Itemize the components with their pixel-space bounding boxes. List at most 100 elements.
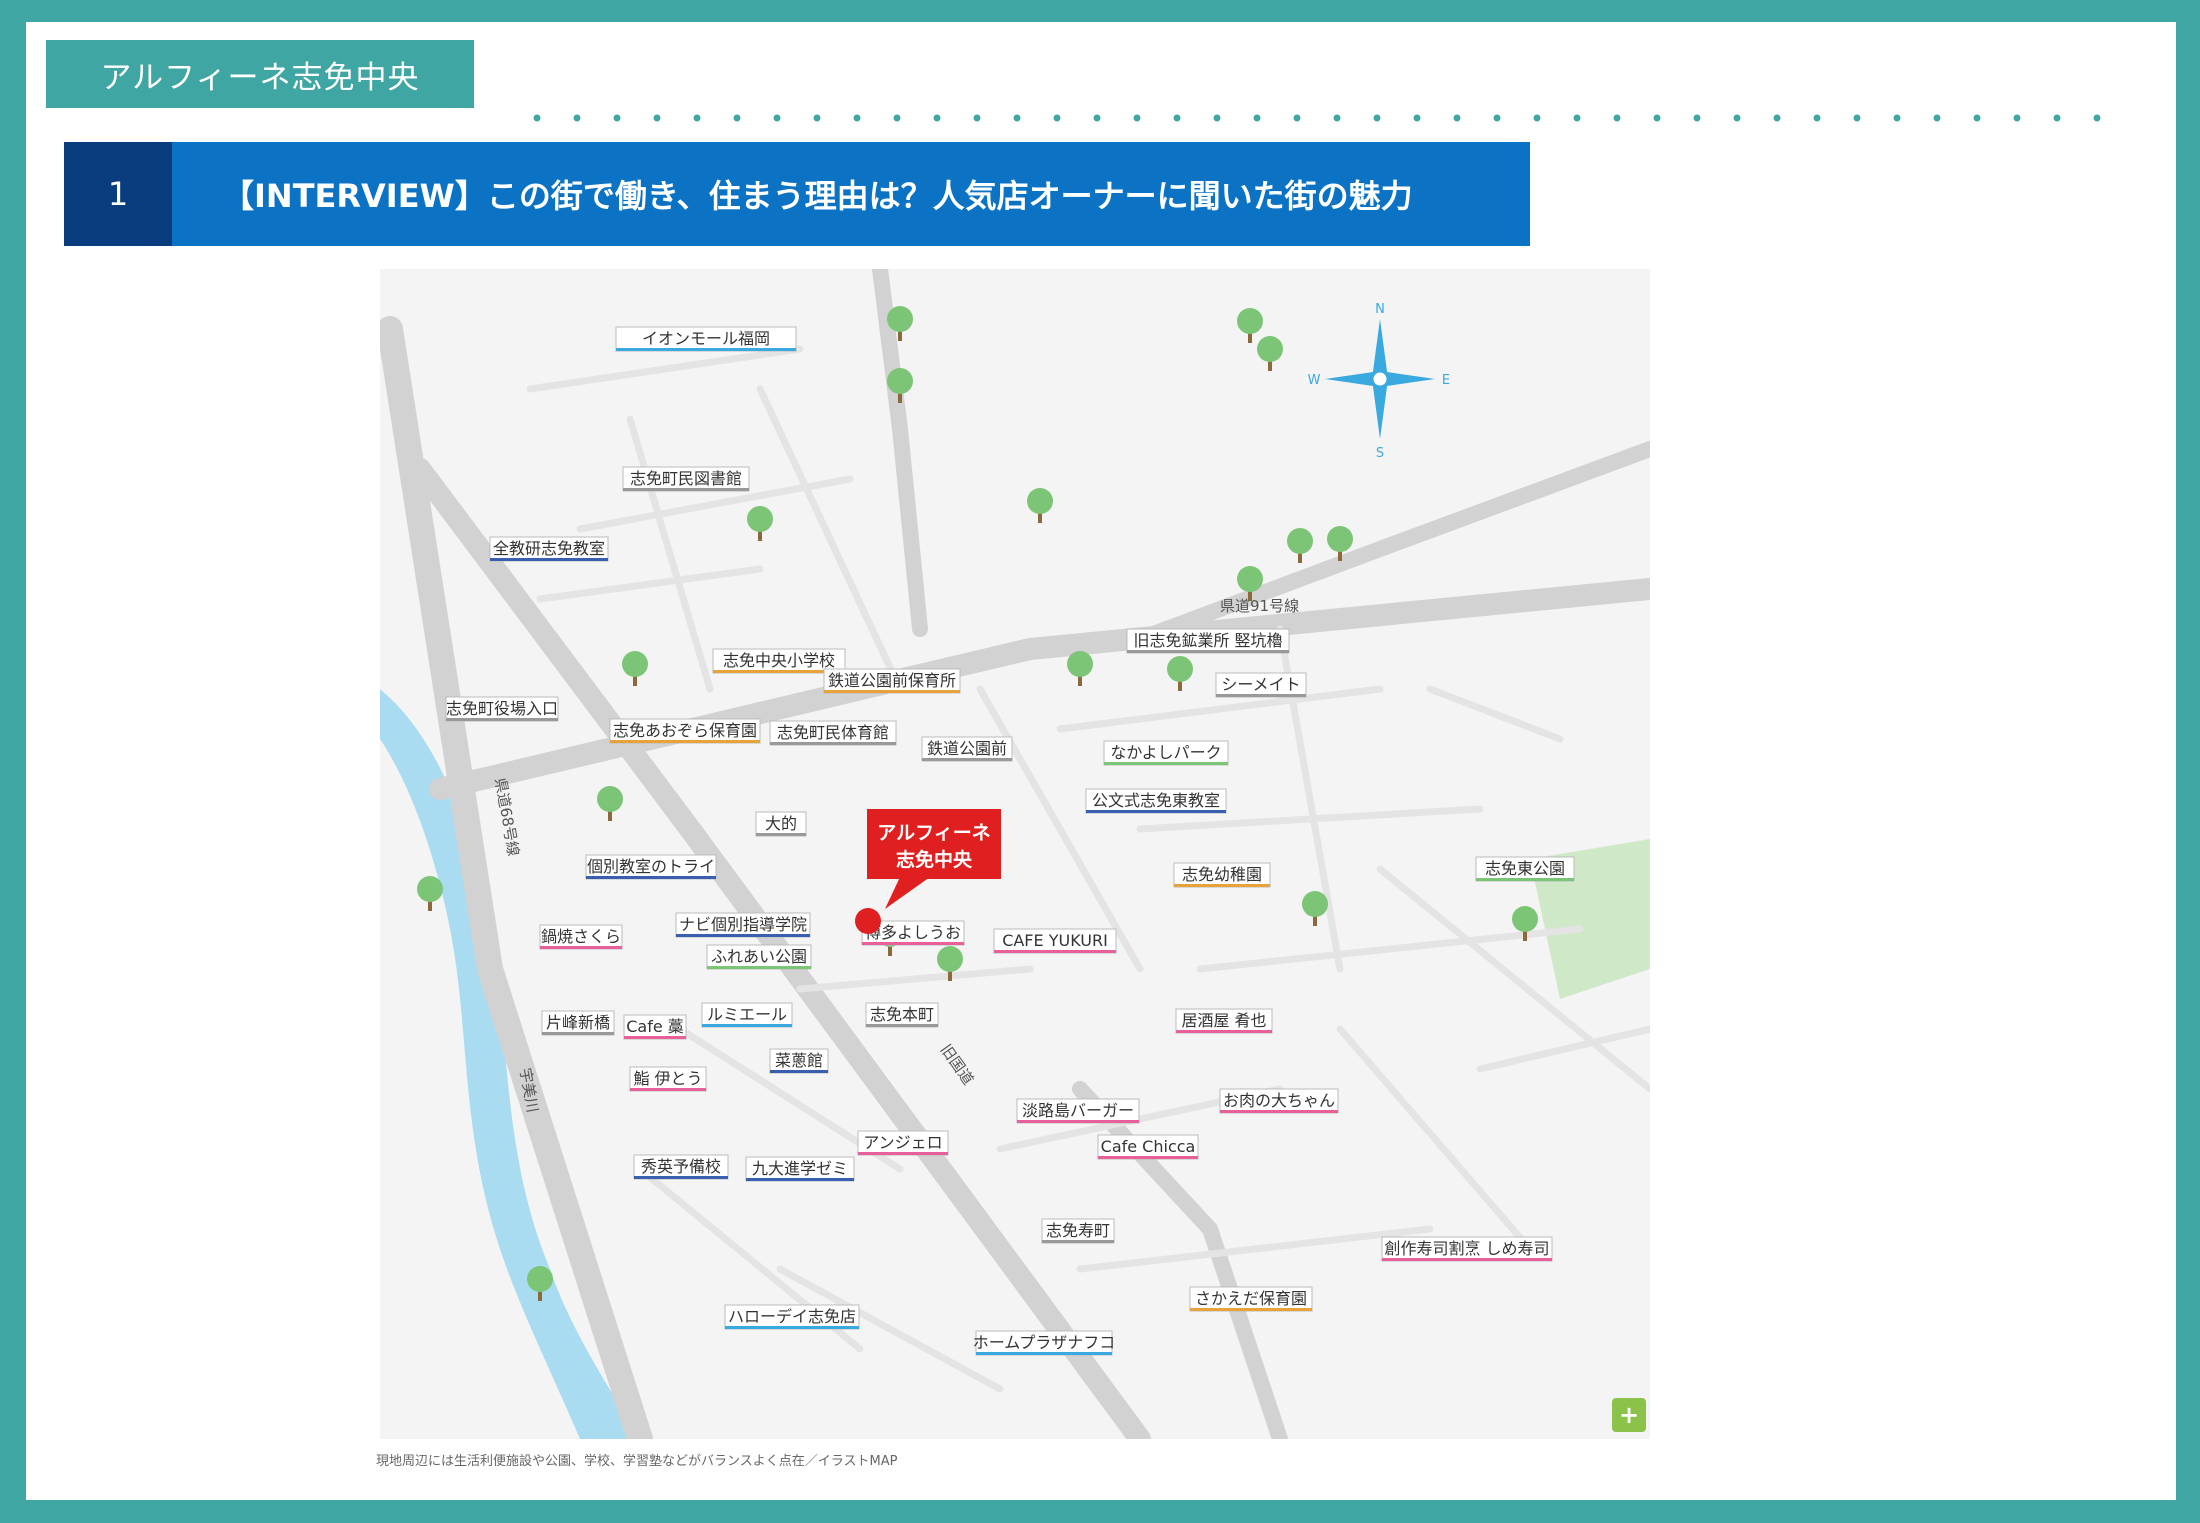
map-label-text: Cafe Chicca (1101, 1137, 1196, 1156)
divider-dot (813, 114, 821, 122)
section-number: 1 (64, 142, 172, 246)
marker-line1: アルフィーネ (877, 822, 990, 844)
divider-dot (1693, 114, 1701, 122)
divider-dot (1373, 114, 1381, 122)
map-label-kyu-kogyosho[interactable]: 旧志免鉱業所 竪坑櫓 (1126, 628, 1290, 654)
map-label-cafe-chicca[interactable]: Cafe Chicca (1097, 1134, 1199, 1160)
map-label-kumon[interactable]: 公文式志免東教室 (1085, 788, 1227, 814)
zoom-in-icon[interactable]: + (1612, 1398, 1646, 1432)
map-label-home-plaza[interactable]: ホームプラザナフコ (973, 1330, 1116, 1356)
map-label-sushi-ito[interactable]: 鮨 伊とう (629, 1066, 707, 1092)
divider-dot (1933, 114, 1941, 122)
section-header: 1 【INTERVIEW】この街で働き、住まう理由は？人気店オーナーに聞いた街の… (64, 142, 1530, 246)
property-tag: アルフィーネ志免中央 (46, 40, 474, 108)
map-label-text: 志免寿町 (1046, 1221, 1110, 1240)
map-label-text: 公文式志免東教室 (1092, 791, 1220, 810)
divider-dot (693, 114, 701, 122)
map-label-text: 鍋焼さくら (541, 927, 621, 946)
map-label-seamate[interactable]: シーメイト (1215, 672, 1307, 698)
map-label-text: 鉄道公園前 (927, 739, 1007, 758)
divider-dot (1253, 114, 1261, 122)
compass-n: N (1375, 302, 1385, 317)
area-map: イオンモール福岡志免町民図書館全教研志免教室志免町役場入口 志免中央小学校鉄道公園… (380, 269, 1650, 1439)
map-label-haloday[interactable]: ハローデイ志免店 (724, 1304, 860, 1330)
divider-dot (1533, 114, 1541, 122)
divider-dot (1773, 114, 1781, 122)
compass-s: S (1376, 446, 1384, 461)
divider-dot (2053, 114, 2061, 122)
divider-dot (573, 114, 581, 122)
divider-dot (1853, 114, 1861, 122)
map-label-text: ホームプラザナフコ (973, 1333, 1116, 1352)
map-label-gymnasium[interactable]: 志免町民体育館 (769, 720, 897, 746)
map-label-shuei[interactable]: 秀英予備校 (633, 1154, 729, 1180)
map-label-shimehonmachi[interactable]: 志免本町 (865, 1002, 939, 1028)
map-label-higashi-koen[interactable]: 志免東公園 (1475, 856, 1575, 882)
map-label-kayakan[interactable]: 菜蔥館 (769, 1048, 829, 1074)
divider-dot (1413, 114, 1421, 122)
map-label-kyudai[interactable]: 九大進学ゼミ (745, 1156, 855, 1182)
map-label-aeon[interactable]: イオンモール福岡 (615, 326, 797, 352)
map-caption: 現地周辺には生活利便施設や公園、学校、学習塾などがバランスよく点在／イラストMA… (376, 1454, 898, 1469)
map-label-text: 全教研志免教室 (493, 539, 605, 558)
map-label-cafe-mame[interactable]: Cafe 藁 (623, 1014, 687, 1040)
map-label-tetsudo-koen[interactable]: 鉄道公園前 (921, 736, 1013, 762)
map-label-library[interactable]: 志免町民図書館 (622, 466, 750, 492)
divider-dot (1213, 114, 1221, 122)
map-label-text: CAFE YUKURI (1002, 931, 1108, 950)
map-label-kindergarten[interactable]: 志免幼稚園 (1173, 862, 1271, 888)
divider-dot (853, 114, 861, 122)
map-label-text: アンジェロ (863, 1133, 942, 1152)
map-label-text: ナビ個別指導学院 (679, 915, 807, 934)
divider-dot (1293, 114, 1301, 122)
map-label-nabe-sakura[interactable]: 鍋焼さくら (539, 924, 623, 950)
divider-dot (1613, 114, 1621, 122)
map-label-awaji[interactable]: 淡路島バーガー (1016, 1098, 1140, 1124)
map-label-angelo[interactable]: アンジェロ (857, 1130, 949, 1156)
divider-dot (1573, 114, 1581, 122)
map-label-text: Cafe 藁 (626, 1017, 684, 1036)
divider-dot (733, 114, 741, 122)
divider-dot (613, 114, 621, 122)
map-label-text: 鉄道公園前保育所 (828, 671, 956, 690)
map-label-zenkyoken[interactable]: 全教研志免教室 (489, 536, 609, 562)
divider-dot (1813, 114, 1821, 122)
map-label-katamine[interactable]: 片峰新橋 (541, 1010, 615, 1036)
map-label-tetsudo-hoiku[interactable]: 鉄道公園前保育所 (823, 668, 961, 694)
map-label-town-office[interactable]: 志免町役場入口 (445, 696, 559, 722)
map-label-kobetsu-tri[interactable]: 個別教室のトライ (585, 854, 717, 880)
map-label-shime-sushi[interactable]: 創作寿司割烹 しめ寿司 (1381, 1236, 1553, 1262)
section-title[interactable]: 【INTERVIEW】この街で働き、住まう理由は？人気店オーナーに聞いた街の魅力 (172, 142, 1530, 246)
map-label-cafe-yukuri[interactable]: CAFE YUKURI (993, 928, 1117, 954)
map-label-text: 志免本町 (870, 1005, 934, 1024)
page-frame: アルフィーネ志免中央 1 【INTERVIEW】この街で働き、住まう理由は？人気… (26, 22, 2176, 1500)
map-label-izakaya[interactable]: 居酒屋 肴也 (1175, 1008, 1273, 1034)
map-label-text: 志免町役場入口 (446, 699, 558, 718)
map-label-aozora-hoiku[interactable]: 志免あおぞら保育園 (609, 718, 761, 744)
map-label-text: お肉の大ちゃん (1223, 1091, 1335, 1110)
map-label-navi[interactable]: ナビ個別指導学院 (675, 912, 811, 938)
map-label-nakayoshi[interactable]: なかよしパーク (1103, 740, 1229, 766)
map-label-oniku[interactable]: お肉の大ちゃん (1219, 1088, 1339, 1114)
map-label-lumiere[interactable]: ルミエール (701, 1002, 793, 1028)
map-label-text: 志免町民体育館 (777, 723, 889, 742)
map-label-text: 秀英予備校 (641, 1157, 721, 1176)
divider-dot (1333, 114, 1341, 122)
map-label-text: 創作寿司割烹 しめ寿司 (1384, 1239, 1549, 1258)
divider-dot (1493, 114, 1501, 122)
divider-dot (1653, 114, 1661, 122)
map-label-text: 志免東公園 (1485, 859, 1565, 878)
map-label-text: 志免あおぞら保育園 (613, 721, 757, 740)
map-label-ohmagari[interactable]: 大的 (755, 811, 807, 837)
divider-dot (533, 114, 541, 122)
map-label-sakaeda[interactable]: さかえだ保育園 (1189, 1286, 1313, 1312)
divider-dot (1053, 114, 1061, 122)
compass-w: W (1308, 373, 1321, 388)
map-label-text: シーメイト (1221, 675, 1300, 694)
map-label-fureai[interactable]: ふれあい公園 (706, 944, 812, 970)
dotted-divider (533, 114, 2101, 122)
map-label-shimekotobuki[interactable]: 志免寿町 (1041, 1218, 1115, 1244)
marker-line2: 志免中央 (896, 848, 973, 871)
divider-dot (1013, 114, 1021, 122)
map-label-text: 志免幼稚園 (1182, 865, 1262, 884)
